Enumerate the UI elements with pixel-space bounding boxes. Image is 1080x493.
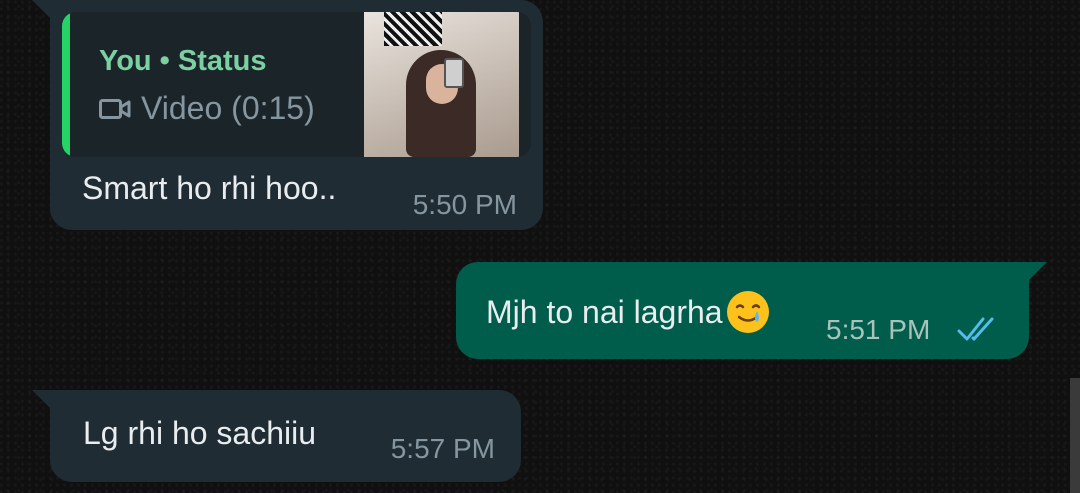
message-text: Mjh to nai lagrha — [486, 293, 723, 330]
message-text: Lg rhi ho sachiiu — [83, 415, 317, 451]
message-bubble-incoming[interactable]: You • Status Video (0:15) Smart ho rhi h… — [32, 0, 543, 230]
quote-type-label: Video (0:15) — [141, 90, 315, 126]
double-check-read-icon — [957, 317, 994, 341]
bubble-tail — [32, 0, 50, 18]
message-text-row: Mjh to nai lagrha — [486, 289, 771, 335]
quote-accent-bar — [62, 12, 70, 157]
quote-media-type: Video (0:15) — [99, 90, 315, 127]
message-bubble-incoming[interactable]: Lg rhi ho sachiiu 5:57 PM — [32, 390, 521, 482]
scrollbar[interactable] — [1070, 378, 1080, 493]
message-timestamp: 5:51 PM — [826, 314, 931, 345]
video-camera-icon — [99, 98, 131, 119]
chat-conversation: You • Status Video (0:15) Smart ho rhi h… — [0, 0, 1080, 493]
message-text: Smart ho rhi hoo.. — [82, 170, 337, 206]
thumbnail-phone — [444, 58, 464, 88]
smiling-face-with-tear-emoji — [726, 291, 769, 333]
message-timestamp: 5:57 PM — [390, 433, 495, 464]
message-timestamp: 5:50 PM — [412, 189, 517, 220]
status-video-thumbnail[interactable] — [364, 12, 519, 157]
quoted-status-reply[interactable]: You • Status Video (0:15) — [62, 12, 531, 157]
quote-author: You • Status — [99, 45, 267, 77]
bubble-tail — [32, 390, 50, 408]
message-bubble-outgoing[interactable]: Mjh to nai lagrha 5:51 PM — [456, 262, 1047, 359]
bubble-tail — [1029, 262, 1047, 280]
thumbnail-sticker — [384, 12, 442, 46]
